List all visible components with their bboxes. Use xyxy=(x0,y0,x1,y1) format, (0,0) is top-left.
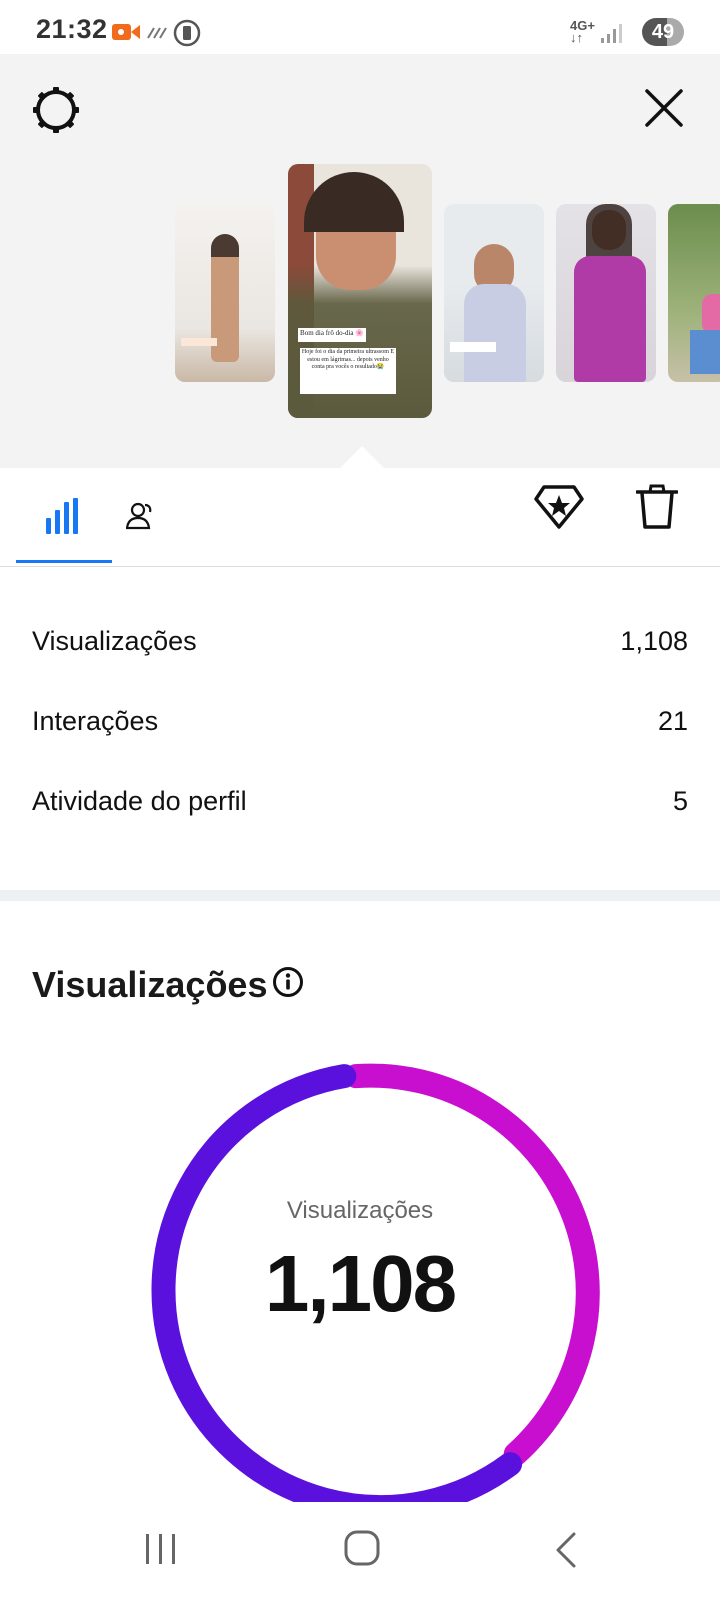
story-caption-body: Hoje foi o dia da primeira ultrassom E e… xyxy=(300,348,396,394)
metric-value: 21 xyxy=(657,706,688,736)
section-divider xyxy=(0,890,720,901)
no-signal-icon xyxy=(146,26,168,45)
metric-label: Atividade do perfil xyxy=(32,786,247,816)
recent-apps-icon[interactable] xyxy=(144,1532,178,1571)
people-icon[interactable] xyxy=(125,502,156,535)
insights-tab-bar xyxy=(0,468,720,567)
gear-icon[interactable] xyxy=(32,86,80,139)
story-thumbnail[interactable] xyxy=(668,204,720,382)
story-selector-panel: Bom dia frô do-dia 🌸 Hoje foi o dia da p… xyxy=(0,54,720,468)
close-icon[interactable] xyxy=(644,88,684,133)
back-icon[interactable] xyxy=(554,1532,578,1573)
bar-chart-icon[interactable] xyxy=(46,498,80,539)
star-badge-icon[interactable] xyxy=(534,484,584,535)
story-caption xyxy=(181,338,217,346)
metric-row-interactions: Interações 21 xyxy=(32,706,688,746)
selected-story-pointer xyxy=(340,446,384,468)
ring-center-value: 1,108 xyxy=(264,1239,457,1328)
metric-value: 1,108 xyxy=(620,626,688,656)
status-bar: 21:32 4G+ ↓↑ 49 xyxy=(0,0,720,54)
ring-center-label: Visualizações xyxy=(286,1197,434,1224)
story-caption xyxy=(450,342,496,352)
metric-value: 5 xyxy=(672,786,688,816)
battery-icon: 49 xyxy=(642,18,684,46)
story-thumbnail[interactable] xyxy=(556,204,656,382)
home-icon[interactable] xyxy=(344,1530,380,1571)
selected-tab-indicator xyxy=(16,560,112,563)
video-camera-icon xyxy=(112,22,140,47)
info-icon[interactable] xyxy=(272,966,304,1003)
signal-icon xyxy=(600,22,622,49)
story-thumbnail[interactable] xyxy=(175,204,275,382)
trash-icon[interactable] xyxy=(635,484,679,535)
navigation-bar xyxy=(0,1502,720,1600)
metric-row-views: Visualizações 1,108 xyxy=(32,626,688,666)
status-time: 21:32 xyxy=(36,14,108,44)
metric-row-profile-activity: Atividade do perfil 5 xyxy=(32,786,688,826)
metric-label: Visualizações xyxy=(32,626,197,656)
section-title: Visualizações xyxy=(32,964,268,1005)
metric-label: Interações xyxy=(32,706,159,736)
story-caption-title: Bom dia frô do-dia 🌸 xyxy=(298,328,366,342)
story-thumbnail-selected[interactable]: Bom dia frô do-dia 🌸 Hoje foi o dia da p… xyxy=(288,164,432,418)
story-thumbnail[interactable] xyxy=(444,204,544,382)
network-4g-icon: 4G+ ↓↑ xyxy=(570,18,595,45)
network-label: 4G+ xyxy=(570,18,595,33)
vibrate-icon xyxy=(173,19,201,52)
